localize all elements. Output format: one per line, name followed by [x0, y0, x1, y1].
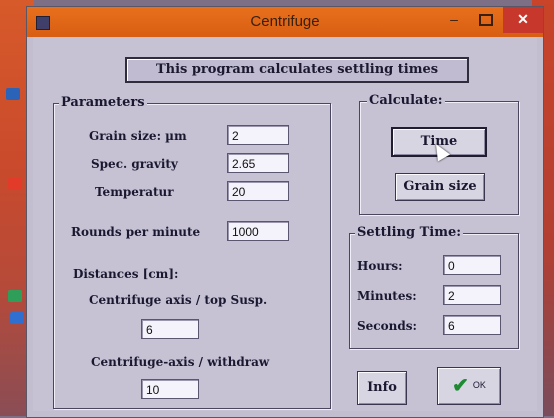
seconds-output[interactable]: 6 — [443, 315, 501, 335]
grain-size-label: Grain size: µm — [89, 129, 187, 143]
hours-output[interactable]: 0 — [443, 255, 501, 275]
settling-time-title: Settling Time: — [355, 225, 464, 240]
dialog-client-area: This program calculates settling times P… — [33, 37, 537, 411]
centrifuge-window: Centrifuge – ✕ This program calculates s… — [26, 6, 544, 418]
minutes-output[interactable]: 2 — [443, 285, 501, 305]
minutes-label: Minutes: — [357, 289, 417, 303]
hours-label: Hours: — [357, 259, 403, 273]
minimize-button[interactable]: – — [441, 7, 467, 33]
ok-label: OK — [472, 380, 486, 390]
parameters-title: Parameters — [59, 95, 147, 110]
desktop-icon[interactable] — [8, 178, 22, 190]
axis-withdraw-label: Centrifuge-axis / withdraw — [91, 355, 270, 369]
temperature-input[interactable]: 20 — [227, 181, 289, 201]
info-button[interactable]: Info — [357, 371, 407, 405]
desktop-icon[interactable] — [6, 88, 20, 100]
desktop-icon[interactable] — [10, 312, 24, 324]
spec-gravity-label: Spec. gravity — [91, 157, 178, 171]
axis-withdraw-input[interactable]: 10 — [141, 379, 199, 399]
seconds-label: Seconds: — [357, 319, 417, 333]
spec-gravity-input[interactable]: 2.65 — [227, 153, 289, 173]
grain-size-button[interactable]: Grain size — [395, 173, 485, 201]
maximize-icon — [479, 14, 493, 27]
checkmark-icon: ✔ — [452, 372, 469, 397]
program-banner: This program calculates settling times — [125, 57, 469, 83]
grain-size-input[interactable]: 2 — [227, 125, 289, 145]
distances-label: Distances [cm]: — [73, 267, 179, 281]
title-bar[interactable]: Centrifuge – ✕ — [27, 7, 543, 37]
rpm-label: Rounds per minute — [71, 225, 201, 239]
maximize-button[interactable] — [473, 7, 499, 33]
temperature-label: Temperatur — [95, 185, 174, 199]
axis-top-label: Centrifuge axis / top Susp. — [89, 293, 268, 307]
ok-button[interactable]: ✔ OK — [437, 367, 501, 405]
rpm-input[interactable]: 1000 — [227, 221, 289, 241]
axis-top-input[interactable]: 6 — [141, 319, 199, 339]
close-button[interactable]: ✕ — [503, 7, 543, 33]
desktop-icon[interactable] — [8, 290, 22, 302]
calculate-title: Calculate: — [367, 93, 445, 108]
